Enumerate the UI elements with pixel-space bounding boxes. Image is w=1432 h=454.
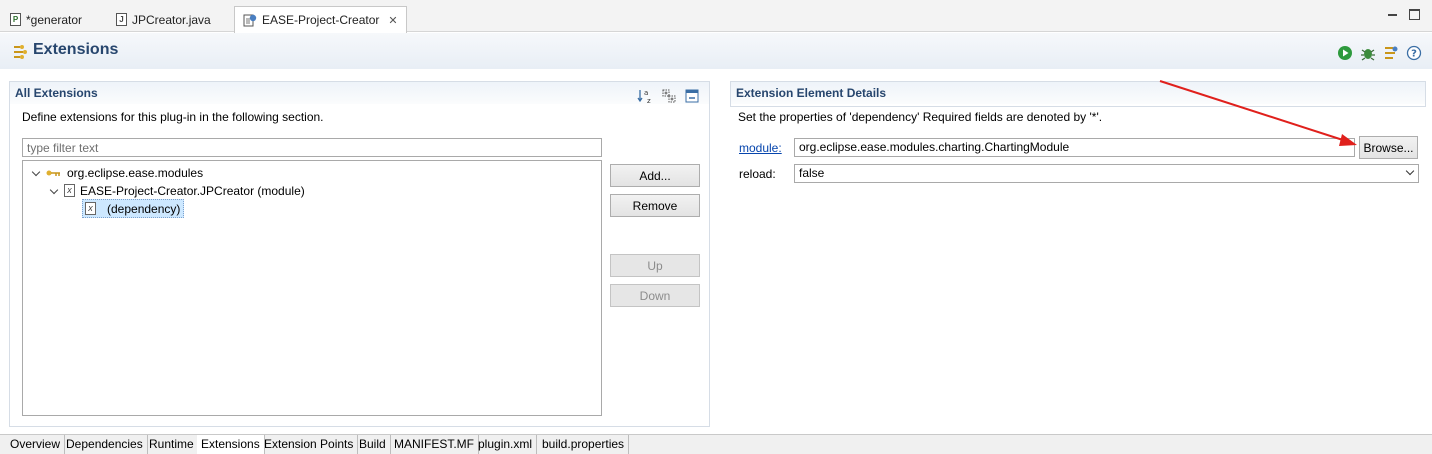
tree-node-label: (dependency) bbox=[107, 201, 181, 216]
tree-node-label: EASE-Project-Creator.JPCreator (module) bbox=[80, 183, 305, 198]
chevron-down-icon[interactable] bbox=[49, 186, 59, 196]
element-icon: x bbox=[85, 202, 96, 215]
extension-point-icon bbox=[46, 170, 60, 176]
collapse-all-icon[interactable] bbox=[684, 88, 700, 104]
reload-label: reload: bbox=[739, 167, 776, 181]
run-icon[interactable] bbox=[1337, 45, 1353, 61]
chevron-down-icon[interactable] bbox=[1406, 169, 1414, 177]
editor-tab-ease-project-creator[interactable]: EASE-Project-Creator ✕ bbox=[234, 6, 407, 33]
page-tab-runtime[interactable]: Runtime bbox=[145, 435, 199, 454]
module-field[interactable]: org.eclipse.ease.modules.charting.Charti… bbox=[794, 138, 1355, 157]
tree-node-module[interactable]: x EASE-Project-Creator.JPCreator (module… bbox=[49, 181, 305, 200]
tree-node-extension-point[interactable]: org.eclipse.ease.modules bbox=[31, 163, 203, 182]
extensions-tree[interactable]: org.eclipse.ease.modules x EASE-Project-… bbox=[22, 160, 602, 416]
details-description: Set the properties of 'dependency' Requi… bbox=[738, 110, 1103, 124]
svg-text:z: z bbox=[647, 97, 651, 104]
debug-icon[interactable] bbox=[1360, 45, 1376, 61]
editor-tab-jpcreator[interactable]: J JPCreator.java bbox=[108, 7, 219, 32]
module-link[interactable]: module: bbox=[739, 141, 782, 155]
editor-tab-label: JPCreator.java bbox=[132, 12, 211, 27]
page-tab-manifest[interactable]: MANIFEST.MF bbox=[390, 435, 479, 454]
tree-node-dependency[interactable]: x (dependency) bbox=[82, 199, 185, 218]
manifest-editor-icon bbox=[243, 14, 257, 27]
reload-combo[interactable]: false bbox=[794, 164, 1419, 183]
extensions-icon bbox=[14, 45, 27, 59]
filter-input[interactable] bbox=[22, 138, 602, 157]
maximize-icon[interactable] bbox=[1409, 9, 1420, 20]
details-title: Extension Element Details bbox=[731, 82, 1425, 104]
remove-button[interactable]: Remove bbox=[610, 194, 700, 217]
page-tab-extensions[interactable]: Extensions bbox=[197, 435, 265, 454]
plugin-file-icon: P bbox=[10, 13, 21, 26]
chevron-down-icon[interactable] bbox=[31, 168, 41, 178]
page-tab-overview[interactable]: Overview bbox=[6, 435, 66, 454]
browse-button[interactable]: Browse... bbox=[1359, 136, 1418, 159]
page-tab-extension-points[interactable]: Extension Points bbox=[260, 435, 359, 454]
editor-tab-label: EASE-Project-Creator bbox=[262, 13, 380, 27]
expand-all-icon[interactable] bbox=[661, 88, 677, 104]
svg-text:?: ? bbox=[1411, 49, 1417, 60]
add-button[interactable]: Add... bbox=[610, 164, 700, 187]
editor-tab-label: *generator bbox=[26, 12, 83, 27]
close-icon[interactable]: ✕ bbox=[388, 14, 397, 27]
help-icon[interactable]: ? bbox=[1406, 45, 1422, 61]
page-tab-dependencies[interactable]: Dependencies bbox=[62, 435, 148, 454]
details-section-header: Extension Element Details bbox=[730, 81, 1426, 107]
sort-alphabetically-icon[interactable]: a z bbox=[637, 88, 653, 104]
down-button[interactable]: Down bbox=[610, 284, 700, 307]
svg-text:a: a bbox=[644, 89, 648, 97]
all-extensions-description: Define extensions for this plug-in in th… bbox=[22, 110, 324, 124]
all-extensions-title: All Extensions bbox=[10, 82, 709, 104]
page-title: Extensions bbox=[33, 41, 119, 58]
element-icon: x bbox=[64, 184, 75, 197]
java-file-icon: J bbox=[116, 13, 127, 26]
export-wizard-icon[interactable] bbox=[1383, 45, 1399, 61]
page-tab-build[interactable]: Build bbox=[355, 435, 391, 454]
page-tab-plugin-xml[interactable]: plugin.xml bbox=[474, 435, 538, 454]
page-header: Extensions ? bbox=[0, 33, 1432, 69]
editor-tab-strip: P *generator J JPCreator.java EASE-Proje… bbox=[0, 0, 1432, 33]
page-tab-build-properties[interactable]: build.properties bbox=[538, 435, 630, 454]
editor-tab-generator[interactable]: P *generator bbox=[2, 7, 90, 32]
page-tab-strip: Overview Dependencies Runtime Extensions… bbox=[0, 434, 1432, 454]
up-button[interactable]: Up bbox=[610, 254, 700, 277]
minimize-icon[interactable] bbox=[1387, 9, 1398, 20]
reload-value: false bbox=[799, 166, 825, 180]
tree-node-label: org.eclipse.ease.modules bbox=[67, 165, 204, 180]
